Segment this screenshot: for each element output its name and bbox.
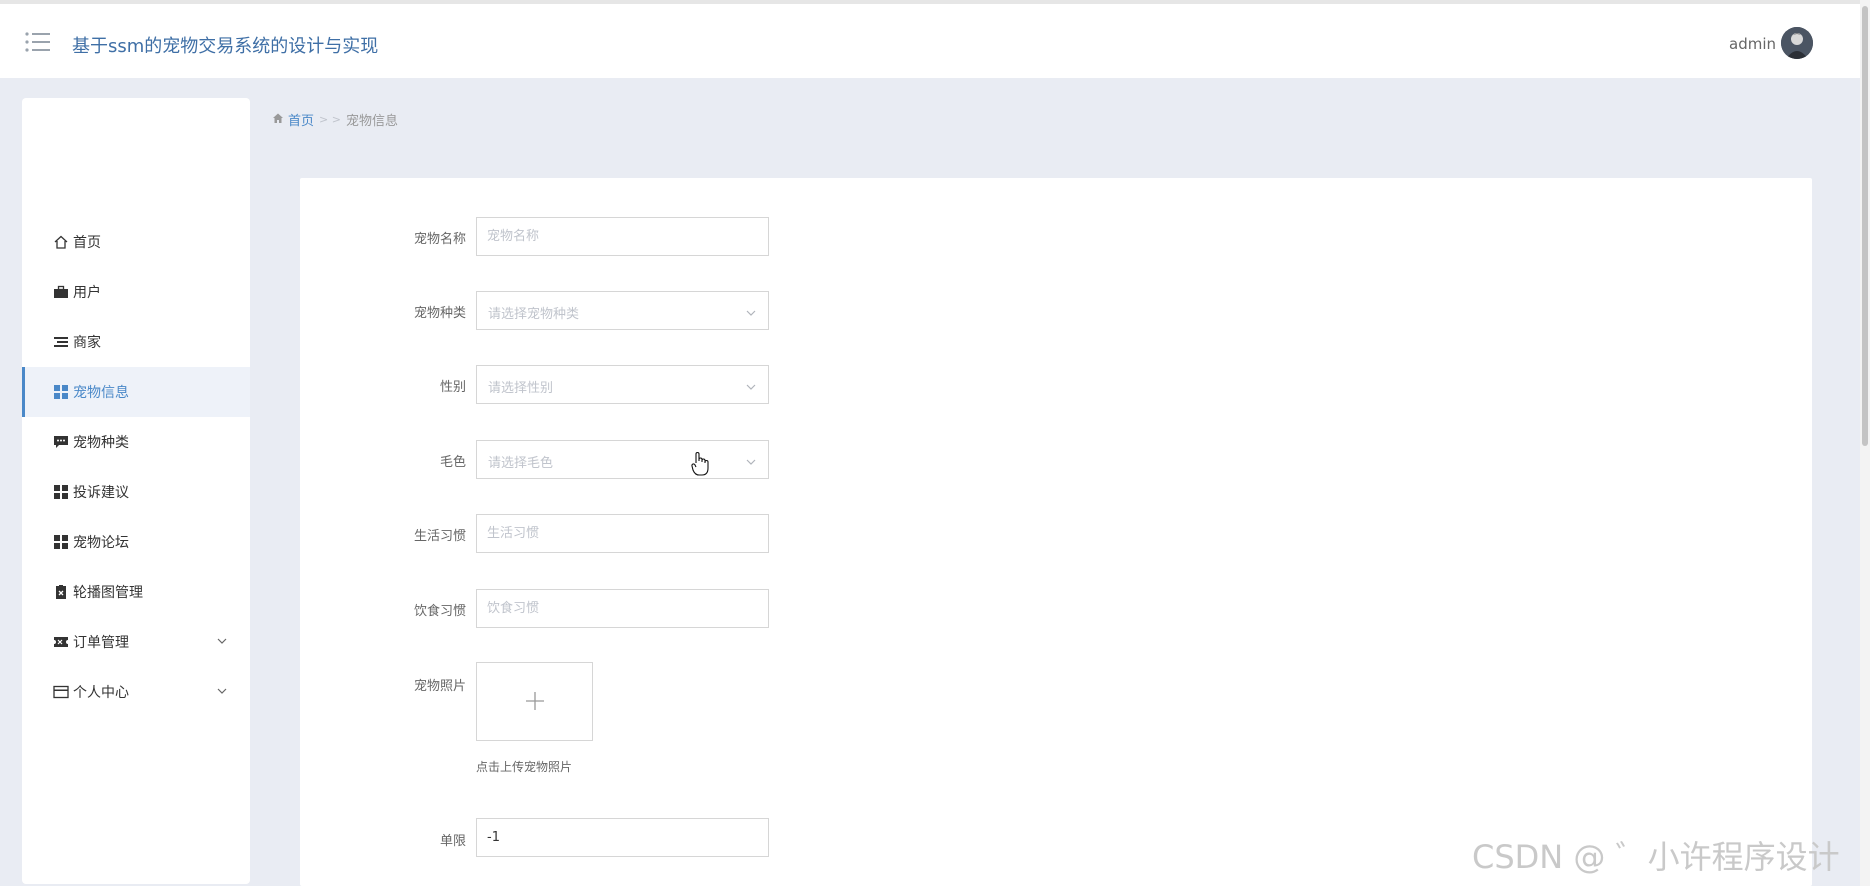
- avatar[interactable]: [1781, 27, 1813, 59]
- ticket-icon: [53, 634, 69, 650]
- sidebar-item-label: 订单管理: [73, 635, 129, 651]
- hand-cursor-icon: [691, 451, 709, 477]
- sidebar-item-home[interactable]: 首页: [22, 217, 250, 267]
- chevron-down-icon: [745, 455, 757, 467]
- pet-photo-label: 宠物照片: [413, 679, 466, 694]
- upload-hint: 点击上传宠物照片: [476, 760, 573, 774]
- wallet-icon: [53, 684, 69, 700]
- pet-name-label: 宠物名称: [413, 232, 466, 247]
- fur-color-select[interactable]: 请选择毛色: [476, 440, 769, 479]
- sidebar-item-merchants[interactable]: 商家: [22, 317, 250, 367]
- sidebar-item-label: 首页: [73, 235, 101, 251]
- diet-label: 饮食习惯: [413, 604, 466, 619]
- plus-icon: [524, 690, 546, 717]
- sidebar: 首页 用户 商家 宠物信息 宠物种类 投诉建议 宠物论坛 轮播图管理 订单管理 …: [22, 98, 250, 884]
- sidebar-item-complaints[interactable]: 投诉建议: [22, 467, 250, 517]
- chat-icon: [53, 434, 69, 450]
- top-bar: 基于ssm的宠物交易系统的设计与实现 admin: [0, 0, 1860, 78]
- breadcrumb-current: 宠物信息: [345, 114, 398, 129]
- sidebar-item-label: 商家: [73, 335, 101, 351]
- gender-placeholder: 请选择性别: [488, 381, 554, 396]
- app-title: 基于ssm的宠物交易系统的设计与实现: [72, 36, 379, 57]
- sidebar-item-label: 轮播图管理: [73, 585, 143, 601]
- sidebar-item-label: 投诉建议: [73, 485, 129, 501]
- watermark: CSDN @ ゛小许程序设计: [1472, 838, 1840, 876]
- sidebar-item-label: 个人中心: [73, 685, 129, 701]
- gender-select[interactable]: 请选择性别: [476, 365, 769, 404]
- chevron-down-icon[interactable]: [216, 635, 228, 647]
- limit-label: 单限: [439, 834, 466, 849]
- sidebar-item-carousel[interactable]: 轮播图管理: [22, 567, 250, 617]
- pet-type-placeholder: 请选择宠物种类: [488, 307, 580, 322]
- fur-color-placeholder: 请选择毛色: [488, 456, 554, 471]
- habits-label: 生活习惯: [413, 529, 466, 544]
- list-icon: [53, 334, 69, 350]
- sidebar-item-users[interactable]: 用户: [22, 267, 250, 317]
- breadcrumb-home[interactable]: 首页: [288, 110, 314, 129]
- sidebar-item-orders[interactable]: 订单管理: [22, 617, 250, 667]
- gender-label: 性别: [439, 380, 466, 395]
- fur-color-label: 毛色: [439, 455, 466, 470]
- breadcrumb-separator: > >: [319, 113, 341, 126]
- pet-type-label: 宠物种类: [413, 306, 466, 321]
- sidebar-item-pet-types[interactable]: 宠物种类: [22, 417, 250, 467]
- grid-icon: [53, 384, 69, 400]
- briefcase-icon: [53, 284, 69, 300]
- grid-icon: [53, 534, 69, 550]
- clipboard-icon: [53, 584, 69, 600]
- limit-input[interactable]: [476, 818, 769, 857]
- chevron-down-icon: [745, 380, 757, 392]
- sidebar-item-label: 宠物论坛: [73, 535, 129, 551]
- sidebar-item-label: 宠物信息: [73, 385, 129, 401]
- username[interactable]: admin: [1729, 35, 1776, 53]
- sidebar-item-personal-center[interactable]: 个人中心: [22, 667, 250, 717]
- chevron-down-icon[interactable]: [216, 685, 228, 697]
- habits-input[interactable]: [476, 514, 769, 553]
- scrollbar-thumb[interactable]: [1862, 6, 1868, 446]
- sidebar-item-pet-info[interactable]: 宠物信息: [22, 367, 250, 417]
- chevron-down-icon: [745, 306, 757, 318]
- sidebar-item-forum[interactable]: 宠物论坛: [22, 517, 250, 567]
- home-icon: [272, 112, 284, 128]
- breadcrumb: 首页 > > 宠物信息: [272, 110, 398, 129]
- sidebar-item-label: 宠物种类: [73, 435, 129, 451]
- pet-name-input[interactable]: [476, 217, 769, 256]
- photo-upload-button[interactable]: [476, 662, 593, 741]
- menu-toggle-icon[interactable]: [24, 30, 52, 54]
- diet-input[interactable]: [476, 589, 769, 628]
- pet-type-select[interactable]: 请选择宠物种类: [476, 291, 769, 330]
- home-icon: [53, 234, 69, 250]
- grid-icon: [53, 484, 69, 500]
- sidebar-item-label: 用户: [73, 285, 101, 301]
